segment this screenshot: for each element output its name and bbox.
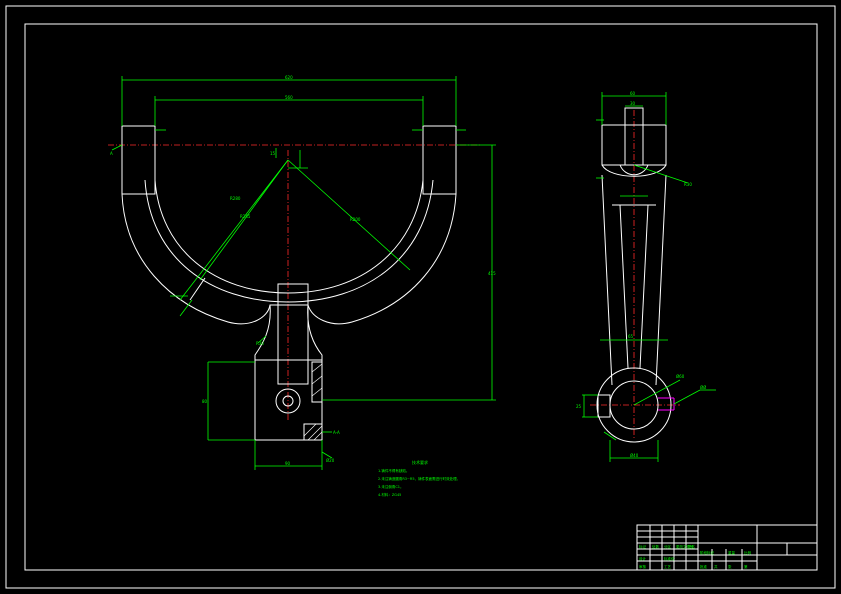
svg-text:标准化: 标准化 (664, 556, 675, 561)
title-block: 标记 处数 分区 更改文件号 签名 设计 标准化 阶段标记 重量 比例 审核 工… (636, 524, 818, 571)
tech-line-3: 3.未注倒角C1。 (378, 484, 404, 489)
dim-note: ØØ (700, 385, 706, 390)
svg-text:共: 共 (714, 564, 718, 569)
side-view: 60 30 65 Ø40 25 Ø60 ØØ R30 (576, 91, 716, 462)
tech-line-1: 1.铸件不得有缺陷。 (378, 468, 409, 473)
front-view: 620 560 415 90 80 R280 R245 R200 15 A R3… (108, 75, 496, 470)
svg-text:重量: 重量 (728, 550, 736, 555)
dim-height: 415 (488, 271, 496, 276)
technical-requirements: 技术要求 1.铸件不得有缺陷。 2.未注铸造圆角R3~R5，铸件表面需进行时效处… (378, 459, 460, 497)
svg-text:张: 张 (728, 564, 732, 569)
dim-side-left: 25 (576, 404, 582, 409)
dim-radius-2: R245 (240, 214, 251, 219)
dim-inner-width: 560 (285, 95, 293, 100)
svg-text:处数: 处数 (652, 544, 660, 549)
dim-shaft: Ø40 (630, 453, 639, 458)
svg-text:比例: 比例 (744, 550, 752, 555)
tech-line-4: 4.材料：ZG45 (378, 492, 401, 497)
dim-radius-3: R200 (350, 217, 361, 222)
fork-inner-arc (154, 179, 424, 294)
section-label: A-A (333, 430, 340, 435)
dim-boss-width: 65 (628, 334, 634, 339)
outer-border (5, 5, 836, 589)
dim-hub-width: 90 (285, 461, 291, 466)
hub-slot (277, 283, 309, 385)
svg-text:设计: 设计 (639, 556, 647, 561)
svg-text:阶段标记: 阶段标记 (700, 550, 714, 555)
cad-drawing: 620 560 415 90 80 R280 R245 R200 15 A R3… (5, 5, 836, 589)
dim-top-width: 60 (630, 91, 636, 96)
svg-text:审核: 审核 (639, 564, 647, 569)
svg-text:批准: 批准 (700, 564, 708, 569)
dim-top-inner: 30 (630, 101, 636, 106)
dim-radius-1: R280 (230, 196, 241, 201)
dim-overall-width: 620 (285, 75, 293, 80)
dim-bore-side: Ø60 (676, 374, 685, 379)
dim-offset: 15 (270, 151, 276, 156)
svg-text:标记: 标记 (639, 544, 647, 549)
svg-text:签名: 签名 (688, 544, 695, 549)
svg-text:工艺: 工艺 (664, 564, 672, 569)
title-block-texts: 标记 处数 分区 更改文件号 签名 设计 标准化 阶段标记 重量 比例 审核 工… (639, 544, 752, 569)
arm-cut (189, 277, 206, 301)
svg-text:分区: 分区 (664, 544, 672, 549)
dim-right-r: R30 (684, 182, 692, 187)
dim-bore: Ø20 (326, 458, 335, 463)
dim-fillet: R30 (256, 341, 264, 346)
tech-line-2: 2.未注铸造圆角R3~R5，铸件表面需进行时效处理。 (378, 476, 460, 481)
section-hatch (303, 361, 323, 441)
left-lug (121, 125, 156, 195)
fork-outer-contour (121, 193, 457, 325)
svg-text:第: 第 (744, 564, 748, 569)
dim-left-label: A (110, 151, 113, 156)
right-lug (422, 125, 457, 195)
tech-title: 技术要求 (412, 459, 428, 465)
inner-border (24, 23, 818, 571)
dim-hub-height: 80 (202, 399, 208, 404)
